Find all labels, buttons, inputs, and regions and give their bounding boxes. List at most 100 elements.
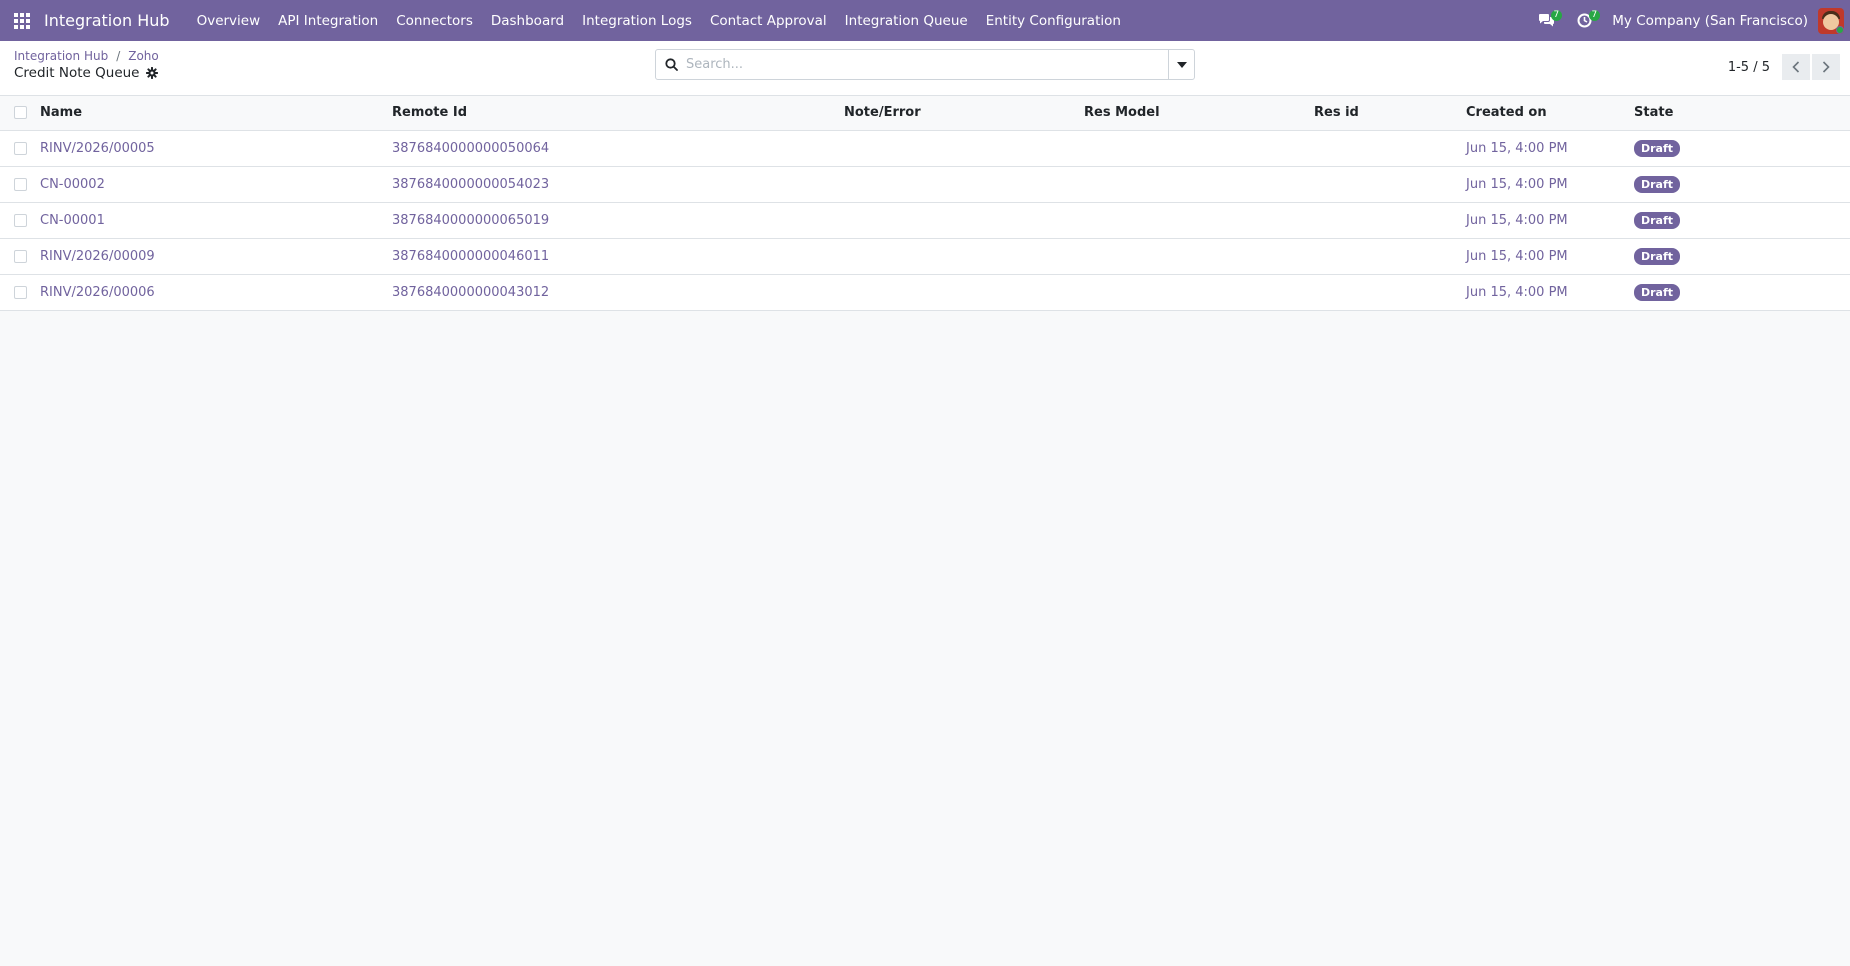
- cell-res-id: [1314, 130, 1466, 167]
- control-panel: Integration Hub / Zoho Credit Note Queue: [0, 41, 1850, 96]
- menu-item-entity-configuration[interactable]: Entity Configuration: [977, 0, 1130, 41]
- cell-state: Draft: [1634, 202, 1850, 239]
- chevron-right-icon: [1822, 61, 1830, 73]
- cell-res-model: [1084, 274, 1314, 311]
- cell-state: Draft: [1634, 238, 1850, 275]
- table-row[interactable]: RINV/2026/00005 3876840000000050064 Jun …: [0, 130, 1850, 167]
- apps-grid-icon: [14, 12, 30, 29]
- cell-name[interactable]: RINV/2026/00006: [40, 274, 392, 311]
- column-header-state[interactable]: State: [1634, 96, 1850, 131]
- cell-res-model: [1084, 238, 1314, 275]
- select-all-cell: [0, 96, 40, 131]
- systray: 7 7 My Company (San Francisco): [1532, 0, 1850, 41]
- cell-name[interactable]: CN-00001: [40, 202, 392, 239]
- cell-remote-id[interactable]: 3876840000000046011: [392, 238, 844, 275]
- pager-next-button[interactable]: [1812, 54, 1840, 80]
- menu-item-dashboard[interactable]: Dashboard: [482, 0, 573, 41]
- top-navbar: Integration Hub Overview API Integration…: [0, 0, 1850, 41]
- cell-name[interactable]: RINV/2026/00009: [40, 238, 392, 275]
- row-select-cell: [0, 130, 40, 167]
- table-row[interactable]: RINV/2026/00006 3876840000000043012 Jun …: [0, 274, 1850, 311]
- cell-note-error: [844, 238, 1084, 275]
- breadcrumb: Integration Hub / Zoho: [14, 49, 159, 63]
- apps-menu-button[interactable]: [0, 0, 44, 41]
- menu-item-api-integration[interactable]: API Integration: [269, 0, 387, 41]
- row-select-cell: [0, 202, 40, 239]
- chevron-left-icon: [1792, 61, 1800, 73]
- pager-value[interactable]: 1-5 / 5: [1728, 60, 1770, 75]
- cell-note-error: [844, 202, 1084, 239]
- pager-previous-button[interactable]: [1782, 54, 1810, 80]
- select-all-checkbox[interactable]: [14, 106, 27, 120]
- company-switcher[interactable]: My Company (San Francisco): [1612, 13, 1808, 29]
- breadcrumb-current[interactable]: Zoho: [128, 49, 159, 63]
- row-select-cell: [0, 274, 40, 311]
- table-row[interactable]: CN-00002 3876840000000054023 Jun 15, 4:0…: [0, 166, 1850, 203]
- column-header-created-on[interactable]: Created on: [1466, 96, 1634, 131]
- app-brand[interactable]: Integration Hub: [44, 11, 170, 30]
- messages-button[interactable]: 7: [1532, 0, 1563, 41]
- user-avatar[interactable]: [1818, 7, 1844, 34]
- cell-res-model: [1084, 166, 1314, 203]
- cell-created-on[interactable]: Jun 15, 4:00 PM: [1466, 202, 1634, 239]
- messages-count-badge: 7: [1550, 10, 1563, 21]
- search-options-toggle[interactable]: [1168, 50, 1194, 79]
- cell-res-id: [1314, 274, 1466, 311]
- search-icon: [656, 50, 686, 79]
- cell-name[interactable]: RINV/2026/00005: [40, 130, 392, 167]
- list-view: Name Remote Id Note/Error Res Model Res …: [0, 96, 1850, 311]
- status-badge: Draft: [1634, 139, 1681, 157]
- status-badge: Draft: [1634, 247, 1681, 265]
- menu-item-connectors[interactable]: Connectors: [387, 0, 482, 41]
- cell-remote-id[interactable]: 3876840000000065019: [392, 202, 844, 239]
- menu-item-integration-logs[interactable]: Integration Logs: [573, 0, 701, 41]
- cell-name[interactable]: CN-00002: [40, 166, 392, 203]
- menu-item-contact-approval[interactable]: Contact Approval: [701, 0, 836, 41]
- page-title-row: Credit Note Queue: [14, 65, 160, 81]
- row-select-cell: [0, 166, 40, 203]
- records-table: Name Remote Id Note/Error Res Model Res …: [0, 96, 1850, 311]
- status-badge: Draft: [1634, 211, 1681, 229]
- caret-down-icon: [1176, 61, 1187, 68]
- table-row[interactable]: CN-00001 3876840000000065019 Jun 15, 4:0…: [0, 202, 1850, 239]
- cell-remote-id[interactable]: 3876840000000050064: [392, 130, 844, 167]
- activities-button[interactable]: 7: [1570, 0, 1601, 41]
- search-input[interactable]: [686, 50, 1168, 79]
- cell-note-error: [844, 166, 1084, 203]
- cell-state: Draft: [1634, 130, 1850, 167]
- main-menu: Overview API Integration Connectors Dash…: [188, 0, 1130, 41]
- cell-created-on[interactable]: Jun 15, 4:00 PM: [1466, 130, 1634, 167]
- row-checkbox[interactable]: [14, 249, 27, 263]
- cell-res-id: [1314, 166, 1466, 203]
- breadcrumb-root[interactable]: Integration Hub: [14, 49, 108, 63]
- column-header-res-model[interactable]: Res Model: [1084, 96, 1314, 131]
- activities-count-badge: 7: [1588, 10, 1601, 21]
- cell-created-on[interactable]: Jun 15, 4:00 PM: [1466, 274, 1634, 311]
- cell-remote-id[interactable]: 3876840000000043012: [392, 274, 844, 311]
- row-checkbox[interactable]: [14, 213, 27, 227]
- row-checkbox[interactable]: [14, 141, 27, 155]
- table-header-row: Name Remote Id Note/Error Res Model Res …: [0, 96, 1850, 131]
- cell-res-model: [1084, 130, 1314, 167]
- row-checkbox[interactable]: [14, 177, 27, 191]
- column-header-remote-id[interactable]: Remote Id: [392, 96, 844, 131]
- breadcrumb-separator: /: [116, 49, 121, 63]
- cell-res-id: [1314, 238, 1466, 275]
- gear-icon[interactable]: [145, 66, 160, 80]
- cell-created-on[interactable]: Jun 15, 4:00 PM: [1466, 238, 1634, 275]
- cell-created-on[interactable]: Jun 15, 4:00 PM: [1466, 166, 1634, 203]
- cell-state: Draft: [1634, 166, 1850, 203]
- table-row[interactable]: RINV/2026/00009 3876840000000046011 Jun …: [0, 238, 1850, 275]
- menu-item-integration-queue[interactable]: Integration Queue: [836, 0, 977, 41]
- search-bar: [655, 49, 1195, 80]
- cell-remote-id[interactable]: 3876840000000054023: [392, 166, 844, 203]
- row-checkbox[interactable]: [14, 285, 27, 299]
- status-badge: Draft: [1634, 175, 1681, 193]
- page-title: Credit Note Queue: [14, 65, 140, 81]
- column-header-note-error[interactable]: Note/Error: [844, 96, 1084, 131]
- status-badge: Draft: [1634, 283, 1681, 301]
- menu-item-overview[interactable]: Overview: [188, 0, 270, 41]
- cell-note-error: [844, 130, 1084, 167]
- column-header-name[interactable]: Name: [40, 96, 392, 131]
- column-header-res-id[interactable]: Res id: [1314, 96, 1466, 131]
